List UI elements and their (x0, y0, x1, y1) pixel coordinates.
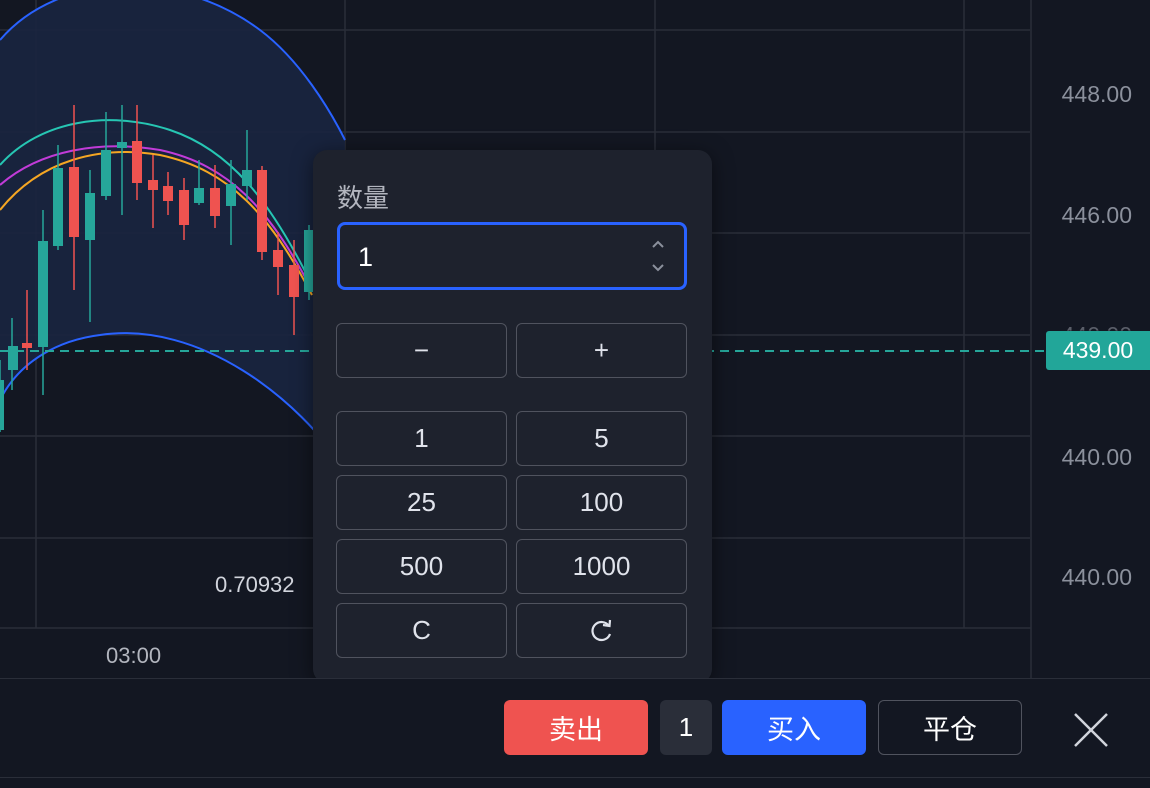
preset-quantity-button[interactable]: 100 (516, 475, 687, 530)
reset-button[interactable] (516, 603, 687, 658)
buy-button[interactable]: 买入 (722, 700, 866, 755)
sell-button[interactable]: 卖出 (504, 700, 648, 755)
quantity-input-wrapper[interactable] (337, 222, 687, 290)
preset-quantity-button[interactable]: 500 (336, 539, 507, 594)
quantity-popup: 数量 − + 1 5 25 100 500 1000 C (313, 150, 712, 683)
price-axis-label: 446.00 (1061, 202, 1132, 228)
bollinger-band-fill (0, 0, 345, 470)
preset-quantity-button[interactable]: 25 (336, 475, 507, 530)
time-axis-label: 03:00 (106, 643, 162, 668)
preset-quantity-button[interactable]: 1000 (516, 539, 687, 594)
clear-button[interactable]: C (336, 603, 507, 658)
chevron-down-icon[interactable] (650, 261, 666, 275)
quantity-input[interactable] (356, 239, 620, 275)
close-icon (1074, 713, 1108, 747)
preset-quantity-button[interactable]: 1 (336, 411, 507, 466)
price-axis-label: 448.00 (1061, 81, 1132, 107)
close-position-button[interactable]: 平仓 (878, 700, 1022, 755)
price-axis-label: 440.00 (1061, 564, 1132, 590)
chevron-up-icon[interactable] (650, 237, 666, 251)
close-toolbar-button[interactable] (1070, 709, 1112, 751)
indicator-value: 0.70932 (215, 572, 295, 597)
current-price-tag: 439.00 (1046, 331, 1150, 370)
price-axis-label: 440.00 (1061, 444, 1132, 470)
quantity-title: 数量 (337, 183, 390, 213)
quantity-display[interactable]: 1 (660, 700, 712, 755)
decrement-button[interactable]: − (336, 323, 507, 378)
quantity-spinner[interactable] (650, 237, 666, 277)
increment-button[interactable]: + (516, 323, 687, 378)
refresh-icon (590, 619, 611, 641)
preset-quantity-button[interactable]: 5 (516, 411, 687, 466)
trading-toolbar: 卖出 1 买入 平仓 (0, 678, 1150, 778)
